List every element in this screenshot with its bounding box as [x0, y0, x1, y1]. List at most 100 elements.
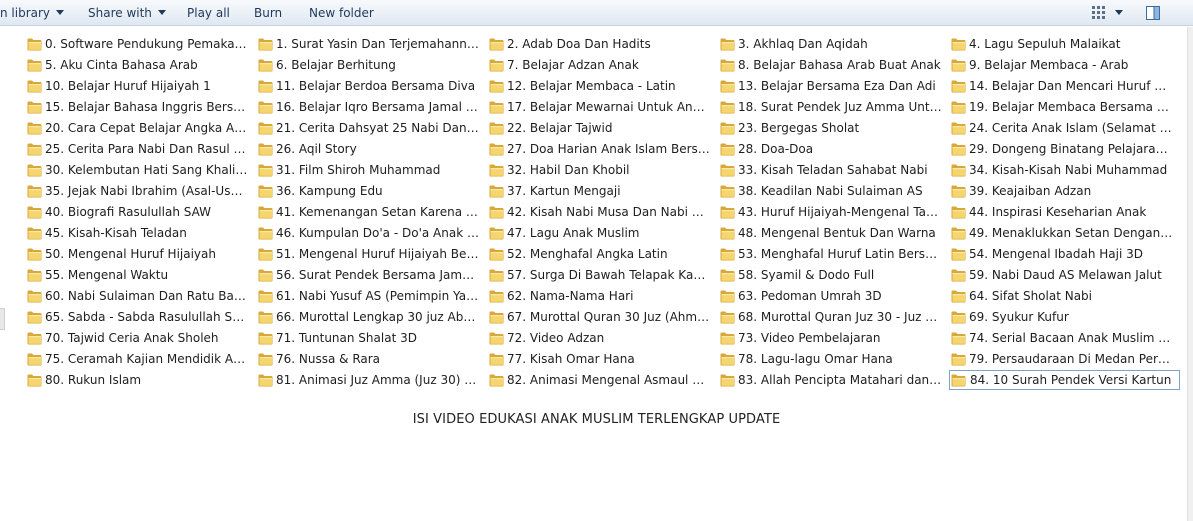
- folder-label: 84. 10 Surah Pendek Versi Kartun: [970, 373, 1172, 387]
- folder-item[interactable]: 56. Surat Pendek Bersama Jamal Laeli: [256, 265, 480, 285]
- folder-item[interactable]: 32. Habil Dan Khobil: [487, 160, 711, 180]
- folder-item[interactable]: 5. Aku Cinta Bahasa Arab: [25, 55, 249, 75]
- folder-item[interactable]: 31. Film Shiroh Muhammad: [256, 160, 480, 180]
- folder-item[interactable]: 1. Surat Yasin Dan Terjemahannya: [256, 34, 480, 54]
- change-view-icon[interactable]: [1091, 5, 1107, 21]
- nav-pane-splitter[interactable]: [0, 308, 5, 330]
- folder-item[interactable]: 18. Surat Pendek Juz Amma Untuk A...: [718, 97, 942, 117]
- folder-item[interactable]: 22. Belajar Tajwid: [487, 118, 711, 138]
- folder-item[interactable]: 41. Kemenangan Setan Karena Lalai ...: [256, 202, 480, 222]
- folder-item[interactable]: 27. Doa Harian Anak Islam Bersama J...: [487, 139, 711, 159]
- folder-item[interactable]: 53. Menghafal Huruf Latin Bersama ...: [718, 244, 942, 264]
- folder-item[interactable]: 84. 10 Surah Pendek Versi Kartun: [949, 370, 1180, 390]
- folder-item[interactable]: 40. Biografi Rasulullah SAW: [25, 202, 249, 222]
- folder-item[interactable]: 42. Kisah Nabi Musa Dan Nabi Khidr: [487, 202, 711, 222]
- folder-item[interactable]: 38. Keadilan Nabi Sulaiman AS: [718, 181, 942, 201]
- folder-item[interactable]: 12. Belajar Membaca - Latin: [487, 76, 711, 96]
- include-in-library-button[interactable]: n library: [0, 0, 65, 26]
- folder-item[interactable]: 61. Nabi Yusuf AS (Pemimpin Yang ...: [256, 286, 480, 306]
- folder-item[interactable]: 67. Murottal Quran 30 Juz (Ahmad A...: [487, 307, 711, 327]
- folder-item[interactable]: 82. Animasi Mengenal Asmaul Husna: [487, 370, 711, 390]
- folder-item[interactable]: 21. Cerita Dahsyat 25 Nabi Dan Rasul: [256, 118, 480, 138]
- folder-item[interactable]: 79. Persaudaraan Di Medan Perang: [949, 349, 1173, 369]
- folder-item[interactable]: 3. Akhlaq Dan Aqidah: [718, 34, 942, 54]
- folder-item[interactable]: 68. Murottal Quran Juz 30 - Juz Amma: [718, 307, 942, 327]
- folder-icon: [258, 205, 273, 219]
- folder-item[interactable]: 81. Animasi Juz Amma (Juz 30) Muh...: [256, 370, 480, 390]
- folder-item[interactable]: 72. Video Adzan: [487, 328, 711, 348]
- folder-icon: [951, 373, 966, 387]
- folder-item[interactable]: 47. Lagu Anak Muslim: [487, 223, 711, 243]
- folder-item[interactable]: 62. Nama-Nama Hari: [487, 286, 711, 306]
- folder-item[interactable]: 63. Pedoman Umrah 3D: [718, 286, 942, 306]
- folder-item[interactable]: 23. Bergegas Sholat: [718, 118, 942, 138]
- folder-item[interactable]: 59. Nabi Daud AS Melawan Jalut: [949, 265, 1173, 285]
- folder-item[interactable]: 50. Mengenal Huruf Hijaiyah: [25, 244, 249, 264]
- folder-item[interactable]: 46. Kumpulan Do'a - Do'a Anak Mus...: [256, 223, 480, 243]
- folder-item[interactable]: 6. Belajar Berhitung: [256, 55, 480, 75]
- folder-item[interactable]: 64. Sifat Sholat Nabi: [949, 286, 1173, 306]
- folder-item[interactable]: 17. Belajar Mewarnai Untuk Anak Ber...: [487, 97, 711, 117]
- folder-item[interactable]: 54. Mengenal Ibadah Haji 3D: [949, 244, 1173, 264]
- folder-item[interactable]: 30. Kelembutan Hati Sang Khalifah: [25, 160, 249, 180]
- folder-item[interactable]: 35. Jejak Nabi Ibrahim (Asal-Usul Se...: [25, 181, 249, 201]
- folder-item[interactable]: 26. Aqil Story: [256, 139, 480, 159]
- folder-item[interactable]: 73. Video Pembelajaran: [718, 328, 942, 348]
- folder-item[interactable]: 76. Nussa & Rara: [256, 349, 480, 369]
- folder-item[interactable]: 19. Belajar Membaca Bersama Diva: [949, 97, 1173, 117]
- folder-item[interactable]: 75. Ceramah Kajian Mendidik Anak S...: [25, 349, 249, 369]
- folder-item[interactable]: 43. Huruf Hijaiyah-Mengenal Tanda ...: [718, 202, 942, 222]
- folder-item[interactable]: 24. Cerita Anak Islam (Selamat Datan...: [949, 118, 1173, 138]
- folder-item[interactable]: 49. Menaklukkan Setan Dengan Do'a: [949, 223, 1173, 243]
- folder-item[interactable]: 52. Menghafal Angka Latin: [487, 244, 711, 264]
- folder-item[interactable]: 28. Doa-Doa: [718, 139, 942, 159]
- folder-item[interactable]: 45. Kisah-Kisah Teladan: [25, 223, 249, 243]
- folder-item[interactable]: 16. Belajar Iqro Bersama Jamal Laeli: [256, 97, 480, 117]
- folder-item[interactable]: 8. Belajar Bahasa Arab Buat Anak: [718, 55, 942, 75]
- folder-item[interactable]: 20. Cara Cepat Belajar Angka Arab: [25, 118, 249, 138]
- folder-item[interactable]: 51. Mengenal Huruf Hijaiyah Berbag...: [256, 244, 480, 264]
- folder-item[interactable]: 58. Syamil & Dodo Full: [718, 265, 942, 285]
- folder-item[interactable]: 44. Inspirasi Keseharian Anak: [949, 202, 1173, 222]
- folder-item[interactable]: 14. Belajar Dan Mencari Huruf Hijaiy...: [949, 76, 1173, 96]
- burn-button[interactable]: Burn: [254, 0, 282, 26]
- folder-item[interactable]: 34. Kisah-Kisah Nabi Muhammad: [949, 160, 1173, 180]
- folder-item[interactable]: 80. Rukun Islam: [25, 370, 249, 390]
- folder-item[interactable]: 29. Dongeng Binatang Pelajaran Bud...: [949, 139, 1173, 159]
- folder-item[interactable]: 9. Belajar Membaca - Arab: [949, 55, 1173, 75]
- share-with-button[interactable]: Share with: [88, 0, 166, 26]
- folder-item[interactable]: 39. Keajaiban Adzan: [949, 181, 1173, 201]
- folder-item[interactable]: 11. Belajar Berdoa Bersama Diva: [256, 76, 480, 96]
- folder-item[interactable]: 15. Belajar Bahasa Inggris Bersama E...: [25, 97, 249, 117]
- folder-item[interactable]: 33. Kisah Teladan Sahabat Nabi: [718, 160, 942, 180]
- folder-item[interactable]: 60. Nabi Sulaiman Dan Ratu Balqis: [25, 286, 249, 306]
- folder-label: 76. Nussa & Rara: [276, 352, 381, 366]
- folder-item[interactable]: 10. Belajar Huruf Hijaiyah 1: [25, 76, 249, 96]
- view-options-chevron-down-icon[interactable]: [1114, 9, 1124, 17]
- vertical-scrollbar[interactable]: [1187, 27, 1193, 521]
- folder-item[interactable]: 66. Murottal Lengkap 30 juz Abdulla...: [256, 307, 480, 327]
- folder-item[interactable]: 83. Allah Pencipta Matahari dan Bulan: [718, 370, 942, 390]
- folder-item[interactable]: 69. Syukur Kufur: [949, 307, 1173, 327]
- folder-item[interactable]: 25. Cerita Para Nabi Dan Rasul - Ana...: [25, 139, 249, 159]
- folder-item[interactable]: 37. Kartun Mengaji: [487, 181, 711, 201]
- folder-item[interactable]: 0. Software Pendukung Pemakaian: [25, 34, 249, 54]
- folder-item[interactable]: 48. Mengenal Bentuk Dan Warna: [718, 223, 942, 243]
- folder-item[interactable]: 13. Belajar Bersama Eza Dan Adi: [718, 76, 942, 96]
- folder-item[interactable]: 7. Belajar Adzan Anak: [487, 55, 711, 75]
- play-all-button[interactable]: Play all: [187, 0, 230, 26]
- preview-pane-icon[interactable]: [1145, 5, 1161, 21]
- folder-item[interactable]: 77. Kisah Omar Hana: [487, 349, 711, 369]
- folder-item[interactable]: 36. Kampung Edu: [256, 181, 480, 201]
- folder-item[interactable]: 78. Lagu-lagu Omar Hana: [718, 349, 942, 369]
- folder-item[interactable]: 65. Sabda - Sabda Rasulullah SAW: [25, 307, 249, 327]
- folder-item[interactable]: 57. Surga Di Bawah Telapak Kaki Ibu: [487, 265, 711, 285]
- folder-item[interactable]: 2. Adab Doa Dan Hadits: [487, 34, 711, 54]
- folder-item[interactable]: 4. Lagu Sepuluh Malaikat: [949, 34, 1173, 54]
- new-folder-button[interactable]: New folder: [309, 0, 374, 26]
- folder-item[interactable]: 74. Serial Bacaan Anak Muslim PDF: [949, 328, 1173, 348]
- folder-label: 78. Lagu-lagu Omar Hana: [738, 352, 893, 366]
- folder-item[interactable]: 71. Tuntunan Shalat 3D: [256, 328, 480, 348]
- folder-item[interactable]: 70. Tajwid Ceria Anak Sholeh: [25, 328, 249, 348]
- folder-item[interactable]: 55. Mengenal Waktu: [25, 265, 249, 285]
